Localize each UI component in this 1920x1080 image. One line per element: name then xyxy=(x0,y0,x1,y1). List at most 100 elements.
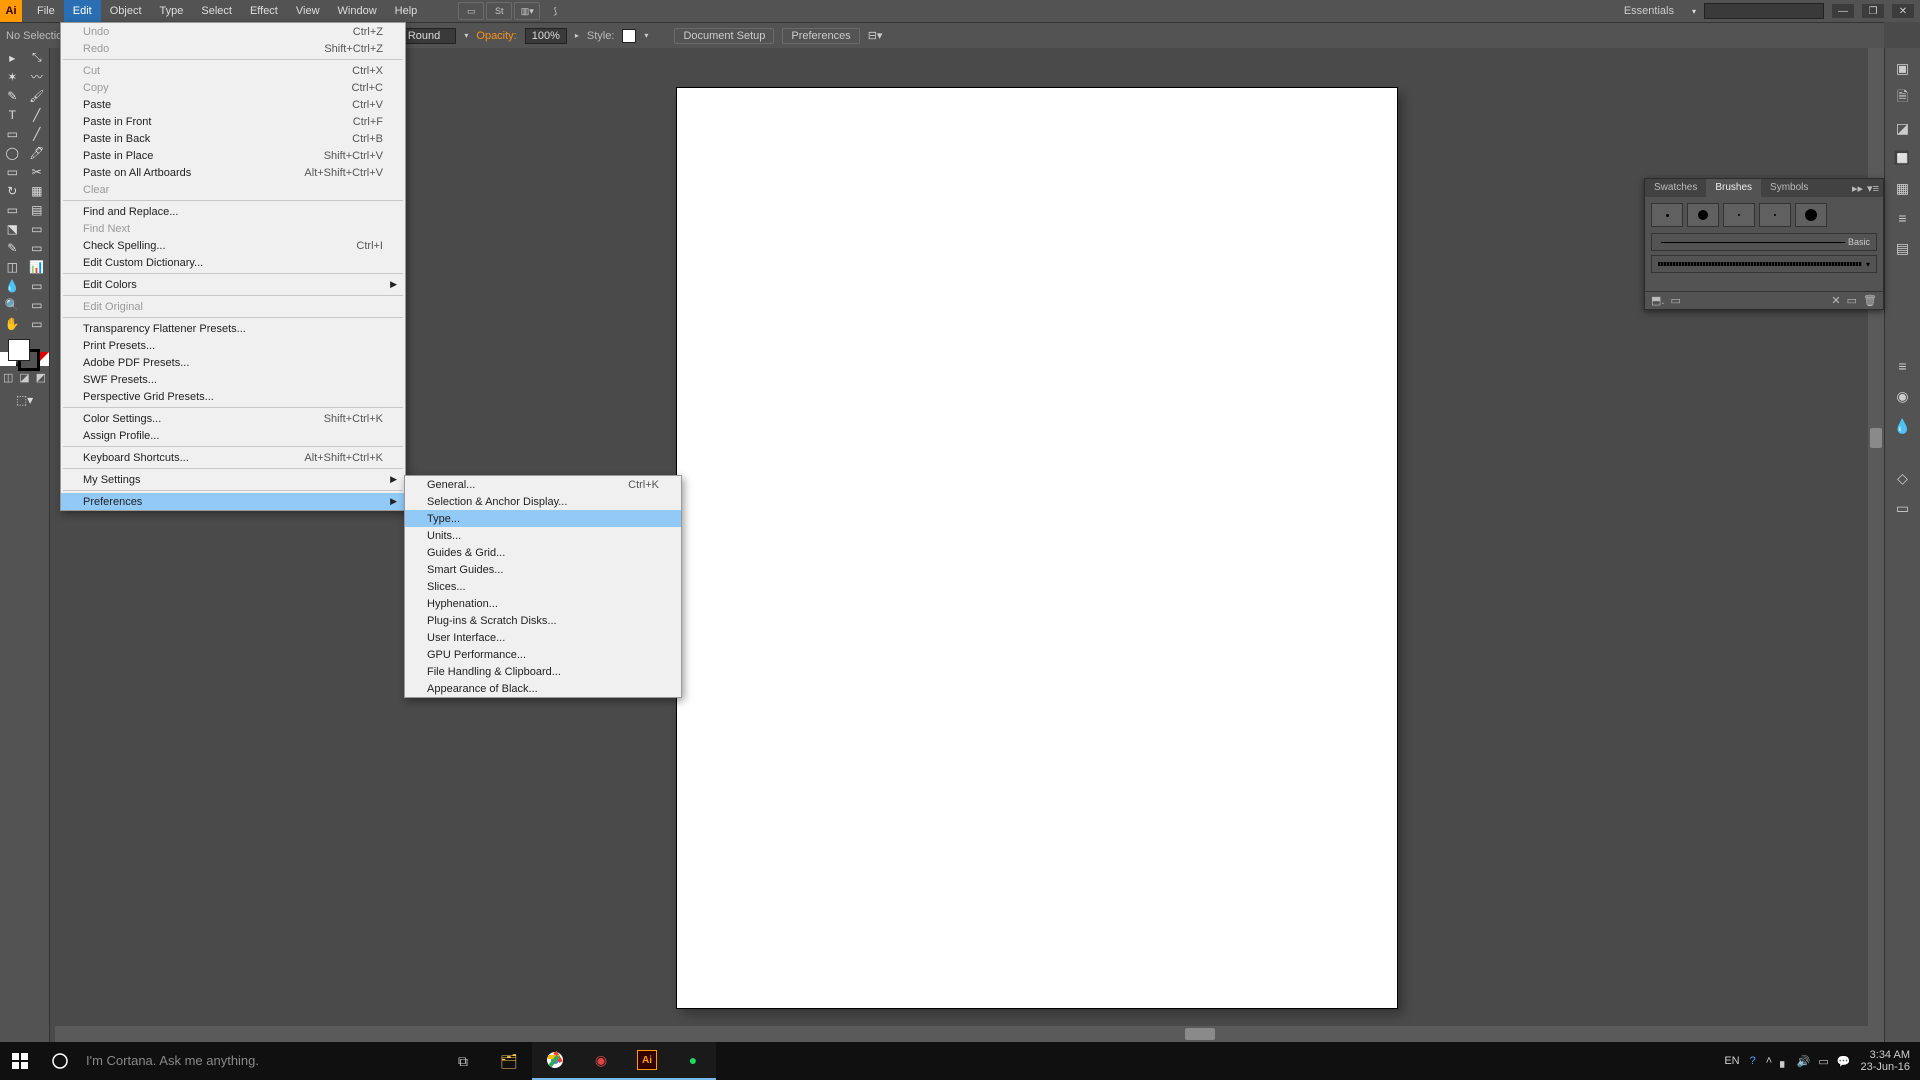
prefs-submenu-item[interactable]: Selection & Anchor Display... xyxy=(405,493,681,510)
edit-menu-item[interactable]: Adobe PDF Presets... xyxy=(61,354,405,371)
edit-menu-item[interactable]: Paste on All ArtboardsAlt+Shift+Ctrl+V xyxy=(61,164,405,181)
panel-collapse-icon[interactable]: ▸▸ xyxy=(1852,182,1863,195)
edit-menu-item[interactable]: Perspective Grid Presets... xyxy=(61,388,405,405)
brush-basic-row[interactable]: Basic xyxy=(1651,233,1877,251)
right-panel-icon-11[interactable]: ≡ xyxy=(1893,356,1913,376)
tool-8[interactable]: ▭ xyxy=(0,124,25,143)
prefs-submenu-item[interactable]: GPU Performance... xyxy=(405,646,681,663)
brush-swatch[interactable] xyxy=(1759,203,1791,227)
prefs-submenu-item[interactable]: Units... xyxy=(405,527,681,544)
cortana-icon[interactable] xyxy=(40,1042,80,1080)
menu-window[interactable]: Window xyxy=(329,0,386,22)
edit-menu-item[interactable]: My Settings▶ xyxy=(61,471,405,488)
edit-menu-item[interactable]: Find and Replace... xyxy=(61,203,405,220)
edit-menu-item[interactable]: Print Presets... xyxy=(61,337,405,354)
tool-16[interactable]: ▭ xyxy=(0,200,25,219)
tool-27[interactable]: ▭ xyxy=(25,295,50,314)
brush-stroke-row[interactable]: ▾ xyxy=(1651,255,1877,273)
tool-10[interactable]: ◯ xyxy=(0,143,25,162)
prefs-submenu-item[interactable]: Type... xyxy=(405,510,681,527)
right-panel-icon-16[interactable]: ▭ xyxy=(1893,498,1913,518)
cortana-search[interactable]: I'm Cortana. Ask me anything. xyxy=(80,1042,440,1080)
prefs-submenu-item[interactable]: Slices... xyxy=(405,578,681,595)
tool-19[interactable]: ▭ xyxy=(25,219,50,238)
tray-battery-icon[interactable]: ▭ xyxy=(1818,1055,1828,1068)
tool-3[interactable]: 〰 xyxy=(25,67,50,86)
tray-chevron-icon[interactable]: ˄ xyxy=(1766,1055,1772,1067)
edit-menu-item[interactable]: Edit Custom Dictionary... xyxy=(61,254,405,271)
prefs-submenu-item[interactable]: Plug-ins & Scratch Disks... xyxy=(405,612,681,629)
tool-26[interactable]: 🔍 xyxy=(0,295,25,314)
tool-13[interactable]: ✂ xyxy=(25,162,50,181)
lang-indicator[interactable]: EN xyxy=(1724,1055,1739,1067)
tool-11[interactable]: 🖊 xyxy=(25,143,50,162)
brush-new-icon[interactable]: ▭ xyxy=(1847,294,1857,307)
artboard[interactable] xyxy=(677,88,1397,1008)
tool-21[interactable]: ▭ xyxy=(25,238,50,257)
taskbar-app-illustrator[interactable]: Ai xyxy=(624,1042,670,1080)
taskbar-app-spotify[interactable]: ● xyxy=(670,1042,716,1080)
tray-volume-icon[interactable]: 🔊 xyxy=(1797,1055,1811,1068)
brush-swatch[interactable] xyxy=(1723,203,1755,227)
prefs-submenu-item[interactable]: Hyphenation... xyxy=(405,595,681,612)
menu-select[interactable]: Select xyxy=(192,0,241,22)
tool-7[interactable]: ╱ xyxy=(25,105,50,124)
tool-22[interactable]: ◫ xyxy=(0,257,25,276)
tool-29[interactable]: ▭ xyxy=(25,314,50,333)
maximize-button[interactable]: ❐ xyxy=(1862,4,1884,18)
tool-28[interactable]: ✋ xyxy=(0,314,25,333)
doc-btn-1[interactable]: ▭ xyxy=(458,2,484,20)
workspace-switcher[interactable]: Essentials xyxy=(1614,5,1684,17)
brush-opt-icon[interactable]: ✕ xyxy=(1831,294,1840,307)
tool-15[interactable]: ▦ xyxy=(25,181,50,200)
tool-20[interactable]: ✎ xyxy=(0,238,25,257)
start-button[interactable] xyxy=(0,1042,40,1080)
edit-menu-item[interactable]: Paste in PlaceShift+Ctrl+V xyxy=(61,147,405,164)
opacity-input[interactable]: 100% xyxy=(525,28,567,44)
doc-btn-2[interactable]: St xyxy=(486,2,512,20)
brush-swatch[interactable] xyxy=(1651,203,1683,227)
right-panel-icon-13[interactable]: 💧 xyxy=(1893,416,1913,436)
right-panel-icon-5[interactable]: ≡ xyxy=(1893,208,1913,228)
search-input[interactable] xyxy=(1704,3,1824,19)
menu-object[interactable]: Object xyxy=(101,0,151,22)
brush-delete-icon[interactable]: 🗑 xyxy=(1863,294,1877,307)
right-panel-icon-4[interactable]: ▦ xyxy=(1893,178,1913,198)
prefs-submenu-item[interactable]: Guides & Grid... xyxy=(405,544,681,561)
edit-menu-item[interactable]: Transparency Flattener Presets... xyxy=(61,320,405,337)
panel-tab-brushes[interactable]: Brushes xyxy=(1706,179,1761,197)
tool-14[interactable]: ↻ xyxy=(0,181,25,200)
screen-mode[interactable]: ⬚▾ xyxy=(0,390,49,409)
edit-menu-item[interactable]: Preferences▶ xyxy=(61,493,405,510)
edit-menu-item[interactable]: Color Settings...Shift+Ctrl+K xyxy=(61,410,405,427)
taskbar-app-generic[interactable]: ◉ xyxy=(578,1042,624,1080)
right-panel-icon-6[interactable]: ▤ xyxy=(1893,238,1913,258)
edit-menu-item[interactable]: Paste in FrontCtrl+F xyxy=(61,113,405,130)
close-button[interactable]: ✕ xyxy=(1892,4,1914,18)
menu-edit[interactable]: Edit xyxy=(64,0,101,22)
right-panel-icon-2[interactable]: ◪ xyxy=(1893,118,1913,138)
tray-action-icon[interactable]: 💬 xyxy=(1837,1055,1851,1068)
tool-0[interactable]: ▸ xyxy=(0,48,25,67)
panel-menu-icon[interactable]: ▾≡ xyxy=(1867,182,1879,195)
brush-swatch[interactable] xyxy=(1687,203,1719,227)
menu-effect[interactable]: Effect xyxy=(241,0,287,22)
style-swatch[interactable] xyxy=(622,29,636,43)
right-panel-icon-12[interactable]: ◉ xyxy=(1893,386,1913,406)
edit-menu-item[interactable]: Edit Colors▶ xyxy=(61,276,405,293)
tool-25[interactable]: ▭ xyxy=(25,276,50,295)
panel-tab-symbols[interactable]: Symbols xyxy=(1761,179,1817,197)
prefs-submenu-item[interactable]: Smart Guides... xyxy=(405,561,681,578)
tool-24[interactable]: 💧 xyxy=(0,276,25,295)
tool-12[interactable]: ▭ xyxy=(0,162,25,181)
tool-1[interactable]: ⤡ xyxy=(25,48,50,67)
align-icon[interactable]: ⊟▾ xyxy=(868,29,883,42)
right-panel-icon-15[interactable]: ◇ xyxy=(1893,468,1913,488)
taskview-button[interactable]: ⧉ xyxy=(440,1042,486,1080)
edit-menu-item[interactable]: Paste in BackCtrl+B xyxy=(61,130,405,147)
menu-file[interactable]: File xyxy=(28,0,64,22)
minimize-button[interactable]: — xyxy=(1832,4,1854,18)
right-panel-icon-1[interactable]: 🗎 xyxy=(1893,88,1913,108)
tool-5[interactable]: 🖌 xyxy=(25,86,50,105)
tool-2[interactable]: ✶ xyxy=(0,67,25,86)
